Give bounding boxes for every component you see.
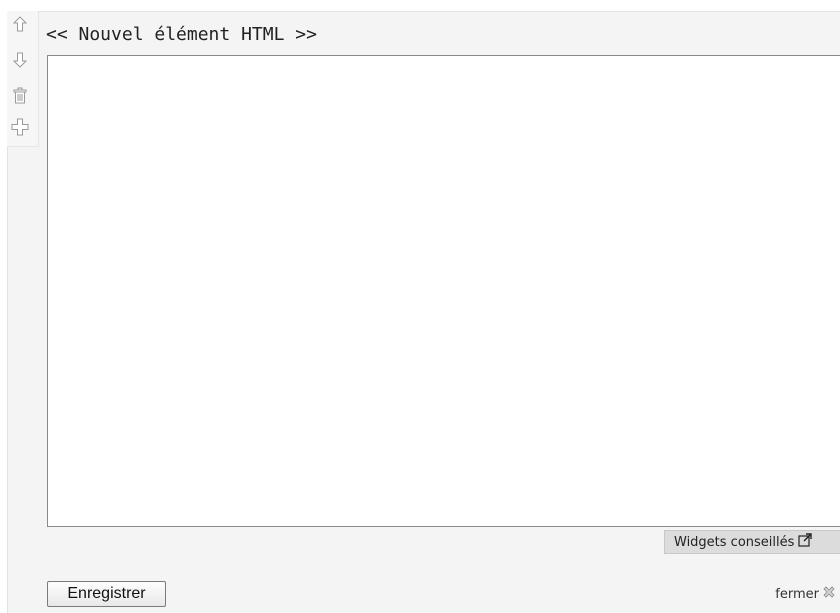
trash-icon: [13, 87, 27, 104]
html-widget-editor: << Nouvel élément HTML >> Widgets consei…: [0, 0, 840, 613]
arrow-up-icon: [13, 16, 27, 32]
save-button[interactable]: Enregistrer: [47, 581, 166, 607]
widgets-button-label: Widgets conseillés: [674, 534, 795, 550]
external-link-icon: [798, 533, 813, 551]
delete-button[interactable]: [9, 84, 31, 106]
add-button[interactable]: [9, 116, 31, 138]
close-icon: [823, 586, 835, 602]
plus-icon: [11, 118, 29, 136]
move-up-button[interactable]: [9, 13, 31, 35]
move-down-button[interactable]: [9, 49, 31, 71]
recommended-widgets-button[interactable]: Widgets conseillés: [664, 530, 840, 554]
close-link[interactable]: fermer: [775, 586, 835, 602]
widget-title: << Nouvel élément HTML >>: [46, 24, 317, 45]
html-editor-textarea[interactable]: [47, 55, 840, 527]
widget-toolbar: [7, 11, 39, 147]
close-label: fermer: [775, 586, 819, 602]
arrow-down-icon: [13, 52, 27, 68]
